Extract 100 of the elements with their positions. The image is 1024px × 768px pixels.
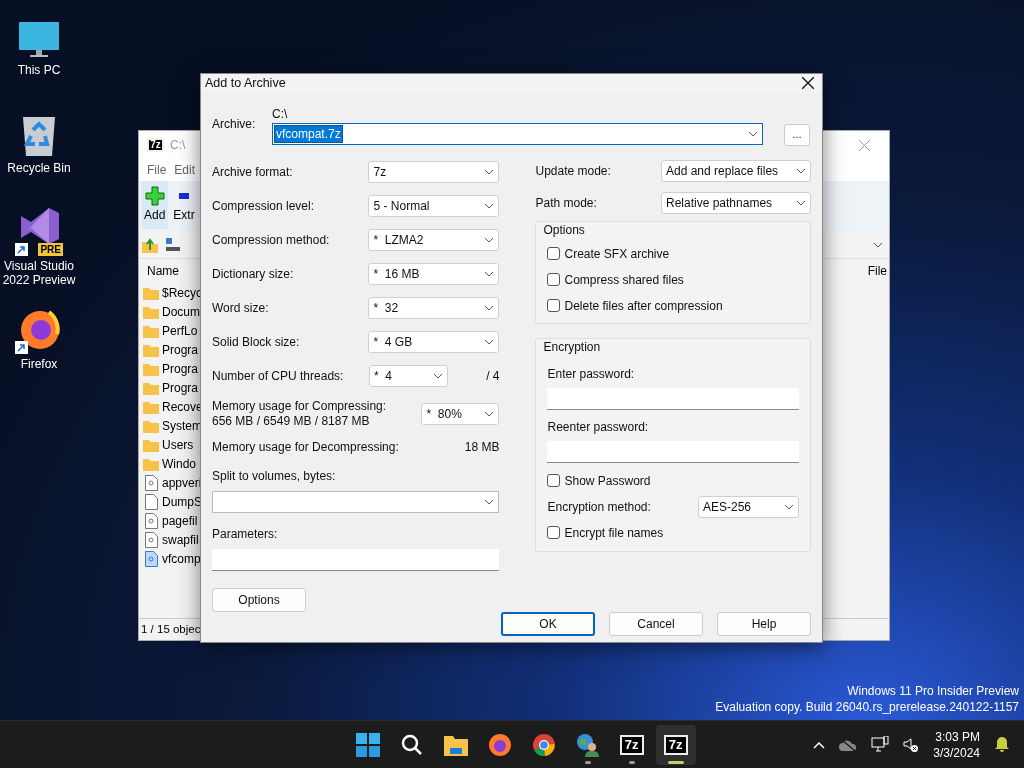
dropdown[interactable]: Relative pathnames xyxy=(661,191,811,214)
archive-file-icon xyxy=(144,550,158,567)
file-name[interactable]: pagefil xyxy=(162,511,198,530)
chevron-down-icon xyxy=(484,236,495,243)
windows-logo-icon xyxy=(355,732,380,757)
chevron-down-icon xyxy=(748,130,758,137)
dropdown[interactable]: * 4 GB xyxy=(368,330,500,353)
menu-item[interactable]: Edit xyxy=(174,161,196,179)
monitor-icon xyxy=(17,20,61,60)
checkbox[interactable] xyxy=(547,247,561,261)
checkbox[interactable] xyxy=(547,273,561,287)
system-file-icon xyxy=(144,474,158,491)
file-name[interactable]: Progra xyxy=(162,378,199,397)
evaluation-notice: Evaluation copy. Build 26040.rs_prerelease.240122-1157 xyxy=(715,699,1019,715)
preview-badge: PRE xyxy=(38,243,63,256)
dropdown[interactable]: * 32 xyxy=(368,296,500,319)
folder-icon xyxy=(143,418,159,433)
chevron-down-icon xyxy=(484,202,495,209)
field-label: Archive: xyxy=(212,115,257,133)
parameters-field[interactable] xyxy=(212,548,500,571)
field-label: Dictionary size: xyxy=(212,265,294,283)
field-label: Number of CPU threads: xyxy=(212,367,345,385)
file-name[interactable]: Windo xyxy=(162,454,196,473)
field-label: Path mode: xyxy=(535,194,597,212)
taskbar-button[interactable]: 7z xyxy=(655,724,696,765)
app-logo-icon: 7z xyxy=(619,734,644,755)
menu-item[interactable]: File xyxy=(147,161,167,179)
dropdown[interactable]: * 4 xyxy=(369,364,448,387)
file-name[interactable]: Docum xyxy=(162,302,200,321)
memory-value: 18 MB xyxy=(464,438,500,456)
checkbox-label: Encrypt file names xyxy=(564,524,664,542)
file-name[interactable]: Progra xyxy=(162,340,199,359)
folder-icon xyxy=(143,361,159,376)
chevron-down-icon xyxy=(796,199,806,206)
status-text: 1 / 15 objec xyxy=(141,621,201,637)
plus-icon xyxy=(144,186,165,206)
field-label: Memory usage for Decompressing: xyxy=(212,438,399,456)
checkbox-label: Show Password xyxy=(564,472,651,490)
file-name[interactable]: Progra xyxy=(162,359,199,378)
chevron-down-icon xyxy=(433,372,443,379)
close-icon[interactable] xyxy=(802,77,814,90)
column-header[interactable]: Name xyxy=(147,262,179,280)
desktop-icon-label[interactable]: Visual Studio 2022 Preview xyxy=(1,259,77,287)
taskbar-button[interactable]: 7z xyxy=(611,724,652,765)
dropdown[interactable]: * 80% xyxy=(421,402,500,425)
bell-icon[interactable] xyxy=(994,736,1010,753)
desktop-icon-label[interactable]: This PC xyxy=(1,63,77,77)
toolbar-button[interactable]: Add xyxy=(141,181,169,229)
dialog-button[interactable]: Cancel xyxy=(609,611,703,636)
folder-icon xyxy=(143,323,159,338)
system-file-icon xyxy=(144,512,158,529)
password-field[interactable] xyxy=(547,387,799,410)
file-name[interactable]: Users xyxy=(162,435,194,454)
checkbox-label: Delete files after compression xyxy=(564,297,723,315)
file-name[interactable]: $Recyc xyxy=(162,283,202,302)
checkbox[interactable] xyxy=(547,526,561,540)
group-title: Encryption xyxy=(543,338,602,356)
chevron-down-icon xyxy=(796,167,806,174)
desktop-icon-label[interactable]: Recycle Bin xyxy=(1,161,77,175)
column-header[interactable]: File xyxy=(867,262,887,280)
folder-icon xyxy=(143,399,159,414)
file-name[interactable]: vfcomp xyxy=(162,549,201,568)
clock-date[interactable]: 3/3/2024 xyxy=(933,744,980,761)
file-name[interactable]: PerfLo xyxy=(162,321,198,340)
speaker-muted-icon[interactable] xyxy=(903,736,920,753)
options-button[interactable]: Options xyxy=(212,587,306,612)
network-icon[interactable] xyxy=(871,736,890,753)
folder-icon xyxy=(143,342,159,357)
dropdown[interactable]: 7z xyxy=(368,160,500,183)
folder-icon xyxy=(143,380,159,395)
dropdown[interactable]: * 16 MB xyxy=(368,262,500,285)
password-field[interactable] xyxy=(547,440,799,463)
browse-button[interactable]: ... xyxy=(784,123,810,146)
thread-count: / 4 xyxy=(486,367,500,385)
dropdown[interactable]: AES-256 xyxy=(698,495,799,518)
file-name[interactable]: DumpS xyxy=(162,492,202,511)
field-label: Compression level: xyxy=(212,197,315,215)
file-name[interactable]: swapfil xyxy=(162,530,199,549)
app-logo-icon: 7z xyxy=(147,138,164,152)
evaluation-notice: Windows 11 Pro Insider Preview xyxy=(847,683,1019,699)
dropdown[interactable]: 5 - Normal xyxy=(368,194,500,217)
checkbox-label: Compress shared files xyxy=(564,271,684,289)
dialog-button[interactable]: OK xyxy=(501,611,595,636)
dropdown[interactable]: Add and replace files xyxy=(661,159,811,182)
chevron-up-icon[interactable] xyxy=(813,740,826,749)
chevron-down-icon xyxy=(484,168,495,175)
firefox-icon xyxy=(487,732,512,757)
running-indicator xyxy=(667,760,684,764)
cloud-off-icon[interactable] xyxy=(839,737,858,752)
desktop-icon-label[interactable]: Firefox xyxy=(1,357,77,371)
archive-name-combo[interactable]: vfcompat.7z xyxy=(272,122,763,145)
field-label: Archive format: xyxy=(212,163,293,181)
dropdown[interactable]: * LZMA2 xyxy=(368,228,500,251)
dialog-button[interactable]: Help xyxy=(717,611,811,636)
checkbox[interactable] xyxy=(547,299,561,313)
checkbox[interactable] xyxy=(547,474,561,488)
toolbar-button[interactable]: Extr xyxy=(170,181,198,229)
chevron-down-icon xyxy=(484,338,495,345)
running-indicator xyxy=(584,760,591,764)
clock-time[interactable]: 3:03 PM xyxy=(935,728,980,745)
